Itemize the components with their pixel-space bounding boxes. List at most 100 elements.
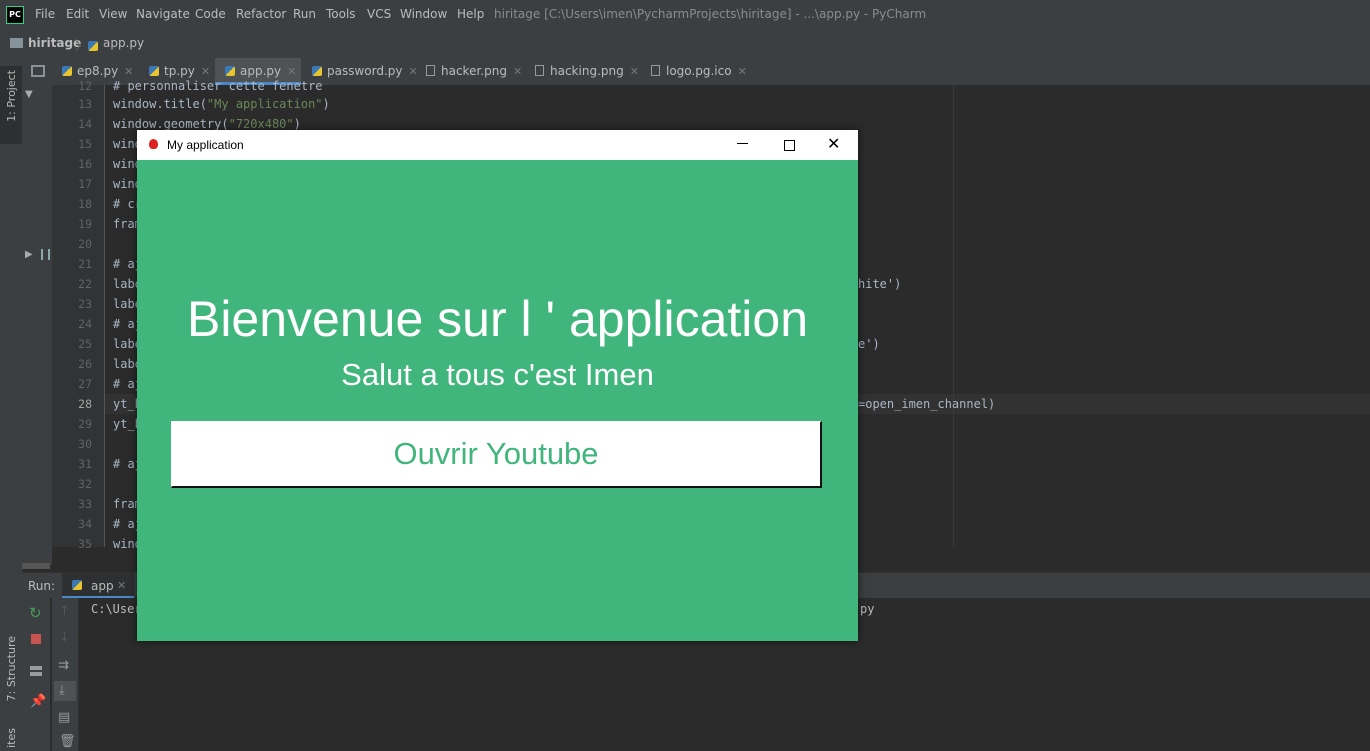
down-arrow-icon[interactable]: ↓ (59, 630, 70, 645)
collapse-arrow-icon[interactable]: ▶ (25, 249, 33, 260)
stop-icon[interactable] (31, 634, 41, 644)
line-number: 33 (78, 497, 92, 511)
menu-window[interactable]: Window (400, 7, 447, 21)
right-margin-guide (953, 85, 954, 547)
close-icon[interactable]: ✕ (287, 65, 296, 78)
maximize-icon[interactable] (784, 140, 795, 151)
menu-vcs[interactable]: VCS (367, 7, 391, 21)
line-number: 30 (78, 437, 92, 451)
close-icon[interactable]: ✕ (124, 65, 133, 78)
feather-icon (149, 139, 158, 149)
up-arrow-icon[interactable]: ↑ (59, 604, 70, 619)
code-line: window.title("My application") (113, 97, 330, 111)
menu-help[interactable]: Help (457, 7, 484, 21)
line-number: 19 (78, 217, 92, 231)
close-icon[interactable]: ✕ (117, 579, 126, 592)
layout-icon[interactable] (30, 666, 42, 676)
line-number: 25 (78, 337, 92, 351)
menu-file[interactable]: File (35, 7, 55, 21)
line-number: 12 (78, 79, 92, 93)
line-number: 29 (78, 417, 92, 431)
soft-wrap-icon[interactable]: ⇉ (58, 658, 69, 673)
menu-refactor[interactable]: Refactor (236, 7, 286, 21)
folder-icon (10, 38, 23, 48)
favorites-tool-label[interactable]: ites (5, 728, 18, 748)
line-number: 13 (78, 97, 92, 111)
python-file-icon (312, 66, 322, 76)
tab-hacker[interactable]: hacker.png ✕ (426, 58, 522, 85)
image-file-icon (426, 65, 435, 76)
tab-label: tp.py (164, 64, 195, 78)
close-icon[interactable]: ✕ (630, 65, 639, 78)
expand-arrow-icon[interactable]: ▼ (25, 89, 33, 100)
tab-label: hacker.png (441, 64, 507, 78)
code-line-tail: =open_imen_channel) (858, 397, 996, 411)
structure-tool-label[interactable]: 7: Structure (5, 636, 18, 701)
line-number: 16 (78, 157, 92, 171)
breadcrumb-separator-icon: 〉 (75, 39, 89, 54)
code-line: # personnaliser cette fenetre (113, 79, 323, 93)
line-number: 20 (78, 237, 92, 251)
open-youtube-button[interactable]: Ouvrir Youtube (171, 421, 822, 488)
menu-bar: PC File Edit View Navigate Code Refactor… (0, 0, 1370, 30)
line-number: 23 (78, 297, 92, 311)
minimize-icon[interactable] (737, 143, 748, 144)
left-tool-strip: 1: Project 7: Structure ites (0, 58, 23, 751)
tk-titlebar[interactable]: My application ✕ (137, 130, 858, 160)
welcome-heading: Bienvenue sur l ' application (186, 291, 809, 347)
menu-tools[interactable]: Tools (326, 7, 356, 21)
run-toolbar-secondary: ↑ ↓ ⇉ ⤓ ▤ 🗑 (52, 598, 79, 751)
menu-code[interactable]: Code (195, 7, 226, 21)
image-file-icon (651, 65, 660, 76)
line-number: 14 (78, 117, 92, 131)
library-icon (41, 249, 50, 260)
tab-label: logo.pg.ico (666, 64, 732, 78)
tab-hacking[interactable]: hacking.png ✕ (535, 58, 639, 85)
project-tool-label[interactable]: 1: Project (5, 70, 18, 122)
line-number: 18 (78, 197, 92, 211)
python-file-icon (88, 39, 103, 53)
pin-icon[interactable]: 📌 (30, 694, 46, 709)
line-number: 31 (78, 457, 92, 471)
sidebar-toggle-icon[interactable] (31, 65, 45, 77)
tab-logo[interactable]: logo.pg.ico ✕ (651, 58, 747, 85)
tab-label: hacking.png (550, 64, 624, 78)
line-number: 15 (78, 137, 92, 151)
print-icon[interactable]: ▤ (58, 710, 70, 725)
tk-window-title: My application (167, 138, 244, 152)
pycharm-logo-icon: PC (6, 6, 24, 24)
line-number: 34 (78, 517, 92, 531)
line-number: 17 (78, 177, 92, 191)
trash-icon[interactable]: 🗑 (59, 734, 76, 749)
rerun-icon[interactable]: ↻ (29, 604, 42, 622)
menu-view[interactable]: View (99, 7, 127, 21)
tab-label: ep8.py (77, 64, 119, 78)
menu-navigate[interactable]: Navigate (136, 7, 190, 21)
horizontal-scrollbar[interactable] (22, 563, 50, 569)
console-output-tail: py (860, 602, 875, 616)
close-icon[interactable]: ✕ (738, 65, 747, 78)
window-title: hiritage [C:\Users\imen\PycharmProjects\… (494, 7, 927, 21)
run-tab-app[interactable]: app ✕ (62, 573, 134, 599)
line-number-gutter: 12 13 14 15 16 17 18 19 20 21 22 23 24 2… (52, 79, 105, 551)
close-icon[interactable]: ✕ (201, 65, 210, 78)
menu-run[interactable]: Run (293, 7, 316, 21)
breadcrumb-file[interactable]: app.py (103, 36, 144, 50)
menu-edit[interactable]: Edit (66, 7, 89, 21)
close-icon[interactable]: ✕ (827, 134, 840, 153)
run-toolbar-primary: ↻ 📌 (22, 598, 50, 751)
line-number: 35 (78, 537, 92, 551)
tab-password[interactable]: password.py ✕ (312, 58, 418, 85)
run-tab-label: app (91, 579, 114, 593)
line-number: 22 (78, 277, 92, 291)
close-icon[interactable]: ✕ (409, 65, 418, 78)
breadcrumb-project[interactable]: hiritage (28, 36, 81, 50)
scroll-to-end-button[interactable] (54, 681, 76, 701)
line-number: 26 (78, 357, 92, 371)
run-label: Run: (28, 579, 56, 593)
tk-app-window: My application ✕ Bienvenue sur l ' appli… (137, 130, 858, 641)
welcome-subheading: Salut a tous c'est Imen (341, 357, 654, 392)
close-icon[interactable]: ✕ (513, 65, 522, 78)
scroll-to-end-icon[interactable]: ⤓ (59, 683, 65, 698)
python-icon (72, 580, 82, 590)
